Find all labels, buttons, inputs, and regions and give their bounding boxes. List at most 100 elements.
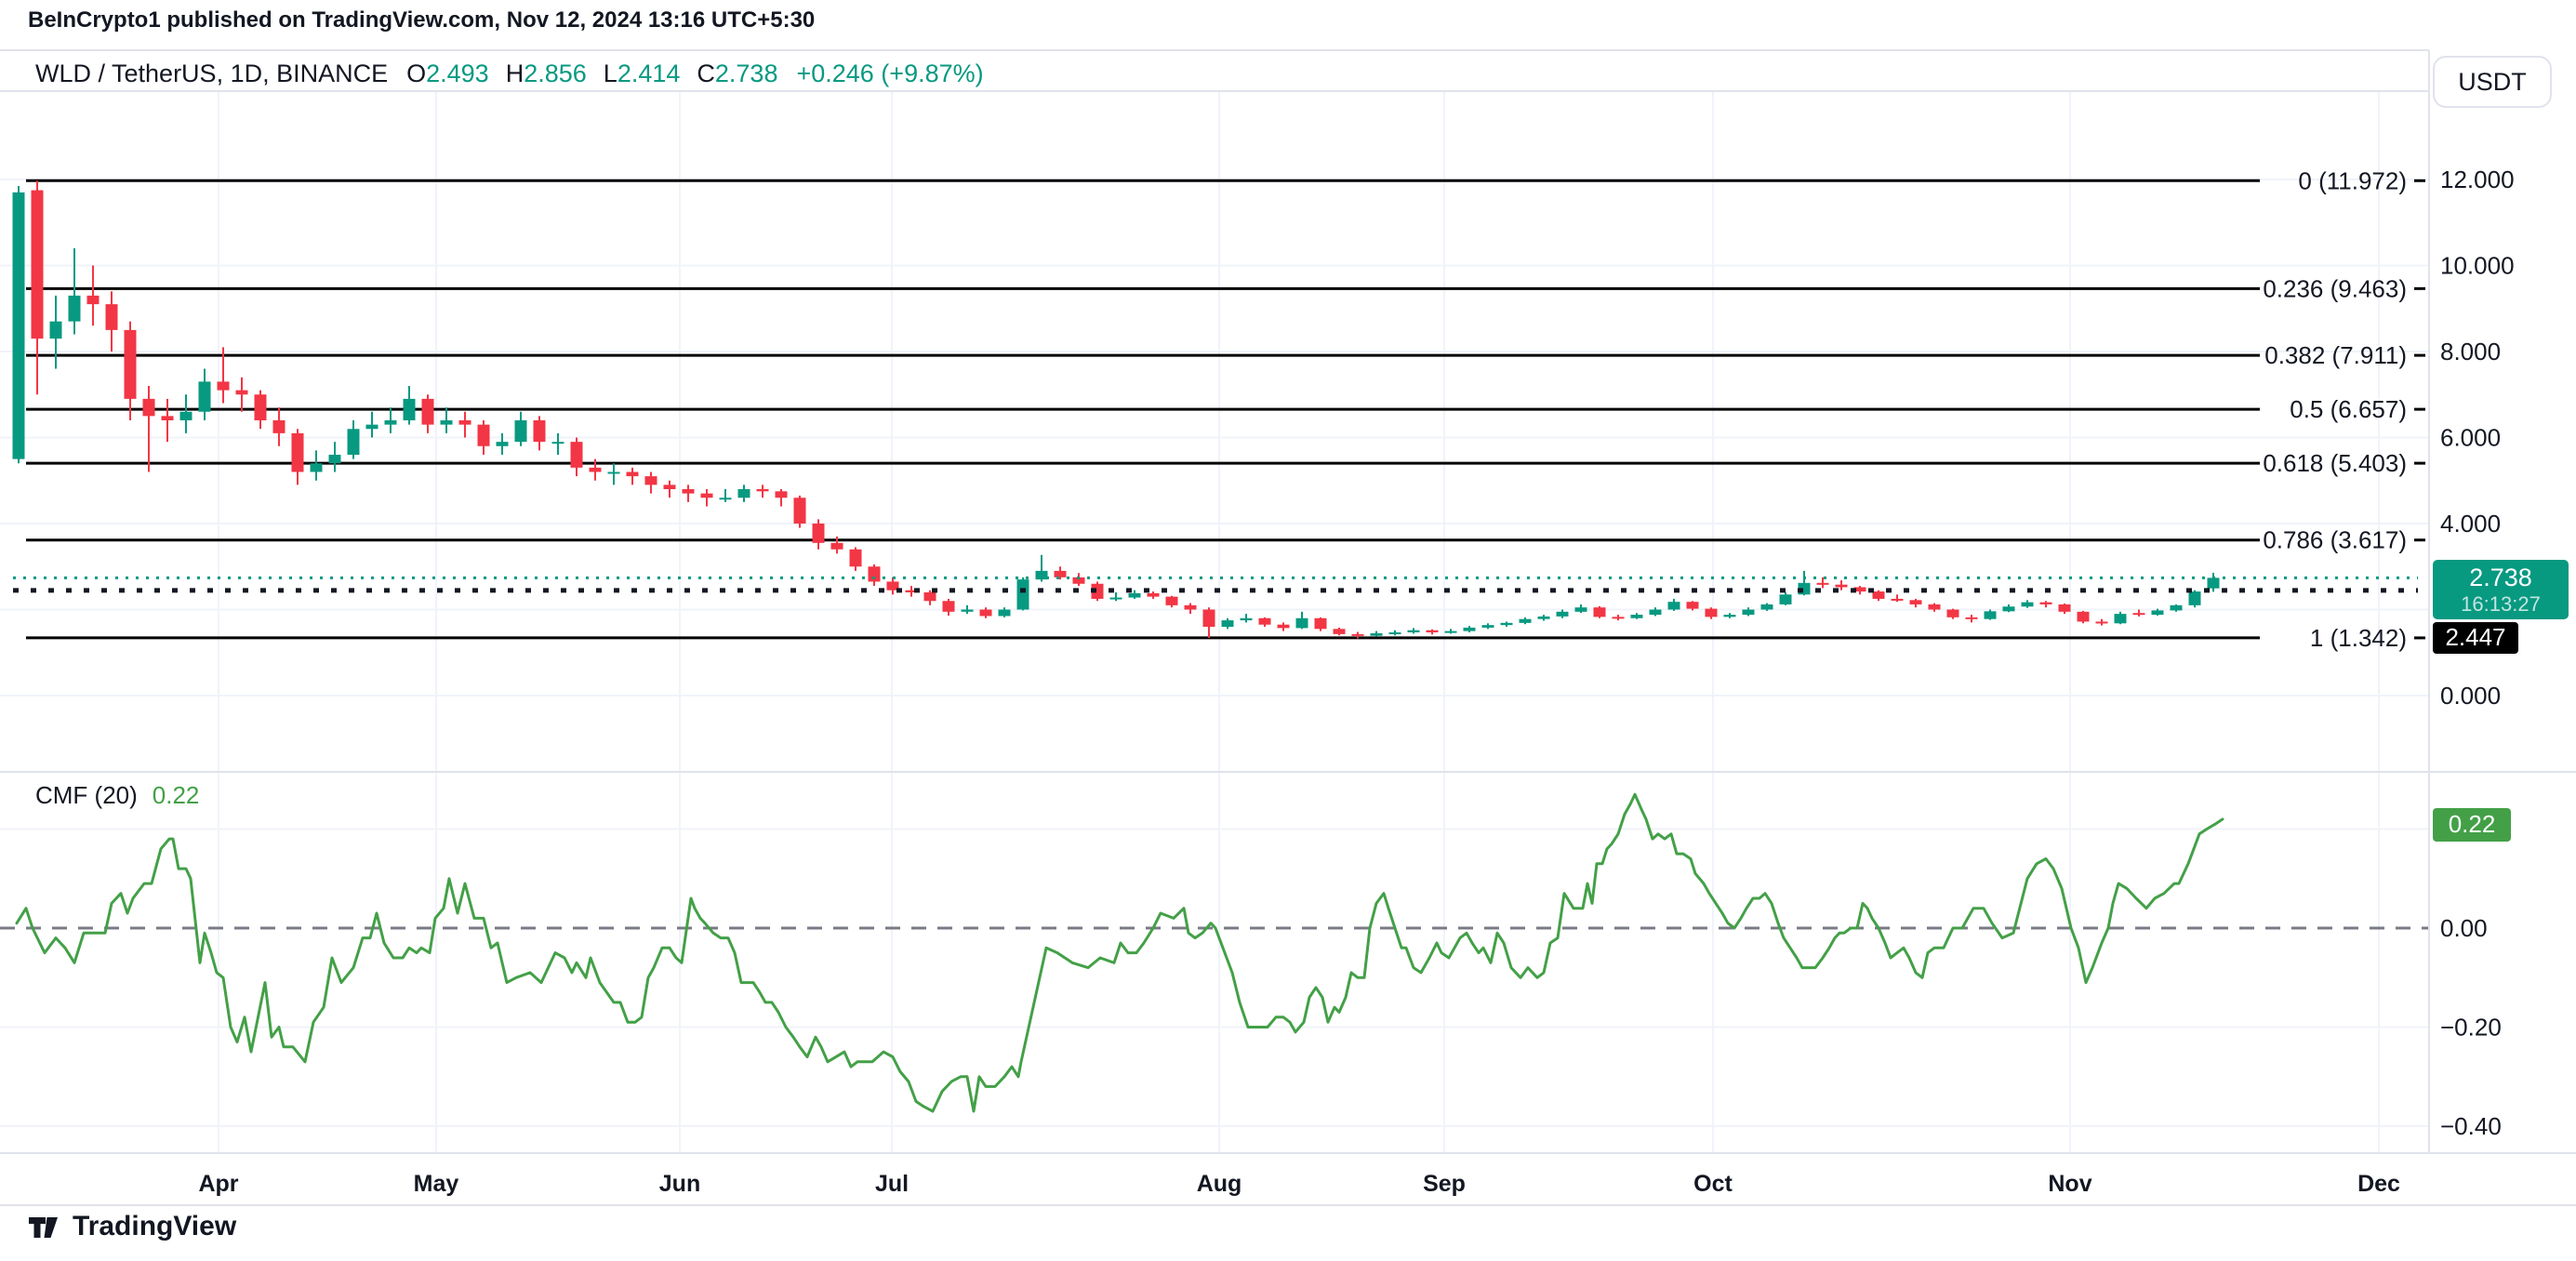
candle-body [1668,602,1680,609]
candle-body [1743,610,1755,616]
candle-body [1296,618,1308,629]
candle-body [794,498,806,524]
tradingview-logo-icon[interactable] [26,1209,61,1244]
last-price-badge: 2.738 16:13:27 [2433,560,2569,619]
month-label[interactable]: Oct [1693,1171,1733,1197]
candle-body [87,296,100,304]
candle-body [199,381,211,411]
candle-body [1687,602,1699,608]
candle-body [776,491,788,498]
candle-body [1017,579,1029,609]
tradingview-brand[interactable]: TradingView [73,1211,236,1242]
candle-body [850,550,862,567]
candle-body [236,391,248,395]
fib-level-label: 0 (11.972) [2298,166,2407,194]
candle-body [2189,591,2201,605]
candle-body [962,610,974,612]
price-tick-label: 6.000 [2440,424,2501,452]
candle-body [32,191,44,339]
indicator-name[interactable]: CMF (20) [35,781,138,810]
candle-body [1724,615,1736,617]
candle-body [1129,593,1141,598]
price-change: +0.246 (+9.87%) [796,60,983,88]
candle-body [348,429,360,455]
price-tick-label: 8.000 [2440,338,2501,365]
candle-body [311,463,323,471]
candle-body [924,592,936,601]
indicator-legend-row[interactable]: CMF (20) 0.22 [35,781,199,810]
chart-canvas[interactable]: 0 (11.972)0.236 (9.463)0.382 (7.911)0.5 … [0,0,2576,1261]
candle-body [478,425,490,446]
ohlc-open-value: 2.493 [426,60,489,87]
candle-body [1501,623,1513,625]
candle-body [366,425,378,430]
currency-unit-button[interactable]: USDT [2433,56,2552,108]
fib-level-label: 0.786 (3.617) [2263,526,2407,554]
candle-body [1371,633,1383,636]
footer: TradingView [26,1209,236,1244]
candle-body [1650,610,1662,616]
candle-body [180,412,193,420]
candle-body [1203,610,1215,628]
candle-body [441,420,453,425]
candle-body [1761,604,1773,610]
cmf-line [17,794,2223,1111]
month-label[interactable]: Aug [1197,1171,1242,1197]
ohlc-low-label: L [604,60,617,87]
symbol-title[interactable]: WLD / TetherUS, 1D, BINANCE [35,60,388,88]
candle-body [385,420,397,425]
candle-body [813,524,825,543]
candle-body [1706,609,1718,617]
candle-body [1315,618,1327,630]
candle-body [2096,621,2108,623]
candle-body [831,543,843,550]
candle-body [1185,605,1197,610]
candle-body [1836,585,1848,588]
candle-body [943,601,955,612]
candle-body [2115,614,2127,623]
candle-body [683,489,695,494]
candle-body [422,399,434,425]
candle-body [2059,604,2071,612]
candle-body [1110,598,1122,600]
candle-body [608,472,620,474]
ohlc-close-label: C [697,60,715,87]
month-label[interactable]: Sep [1423,1171,1466,1197]
candle-body [1631,615,1643,618]
month-label[interactable]: Apr [198,1171,238,1197]
candle-body [1055,571,1067,577]
candle-body [2040,603,2052,604]
price-tick-label: 4.000 [2440,510,2501,538]
candle-body [292,433,304,472]
candle-body [125,330,137,399]
symbol-legend-row[interactable]: WLD / TetherUS, 1D, BINANCE O2.493 H2.85… [35,60,984,88]
candle-body [2022,603,2034,607]
candle-body [2208,577,2220,588]
candle-body [69,296,81,322]
candle-body [590,468,602,472]
fib-level-label: 1 (1.342) [2310,624,2407,652]
candle-body [2133,613,2145,615]
fib-level-label: 0.618 (5.403) [2263,449,2407,477]
candle-body [664,484,676,489]
candle-body [1389,632,1401,634]
cmf-tick-label: −0.40 [2440,1112,2502,1140]
candle-body [1408,630,1420,632]
candle-body [1352,634,1364,636]
candle-body [1910,600,1922,604]
month-label[interactable]: Nov [2048,1171,2091,1197]
ohlc-low-value: 2.414 [617,60,681,87]
month-label[interactable]: May [414,1171,459,1197]
candle-body [534,420,546,442]
candle-body [2078,612,2090,622]
month-label[interactable]: Jun [659,1171,700,1197]
month-label[interactable]: Jul [875,1171,909,1197]
candle-body [1929,604,1941,610]
candle-body [106,304,118,330]
ohlc-close-value: 2.738 [715,60,778,87]
candle-body [515,420,527,442]
candle-body [1557,612,1569,617]
ohlc-high-label: H [506,60,524,87]
candle-body [1575,607,1587,612]
month-label[interactable]: Dec [2357,1171,2400,1197]
